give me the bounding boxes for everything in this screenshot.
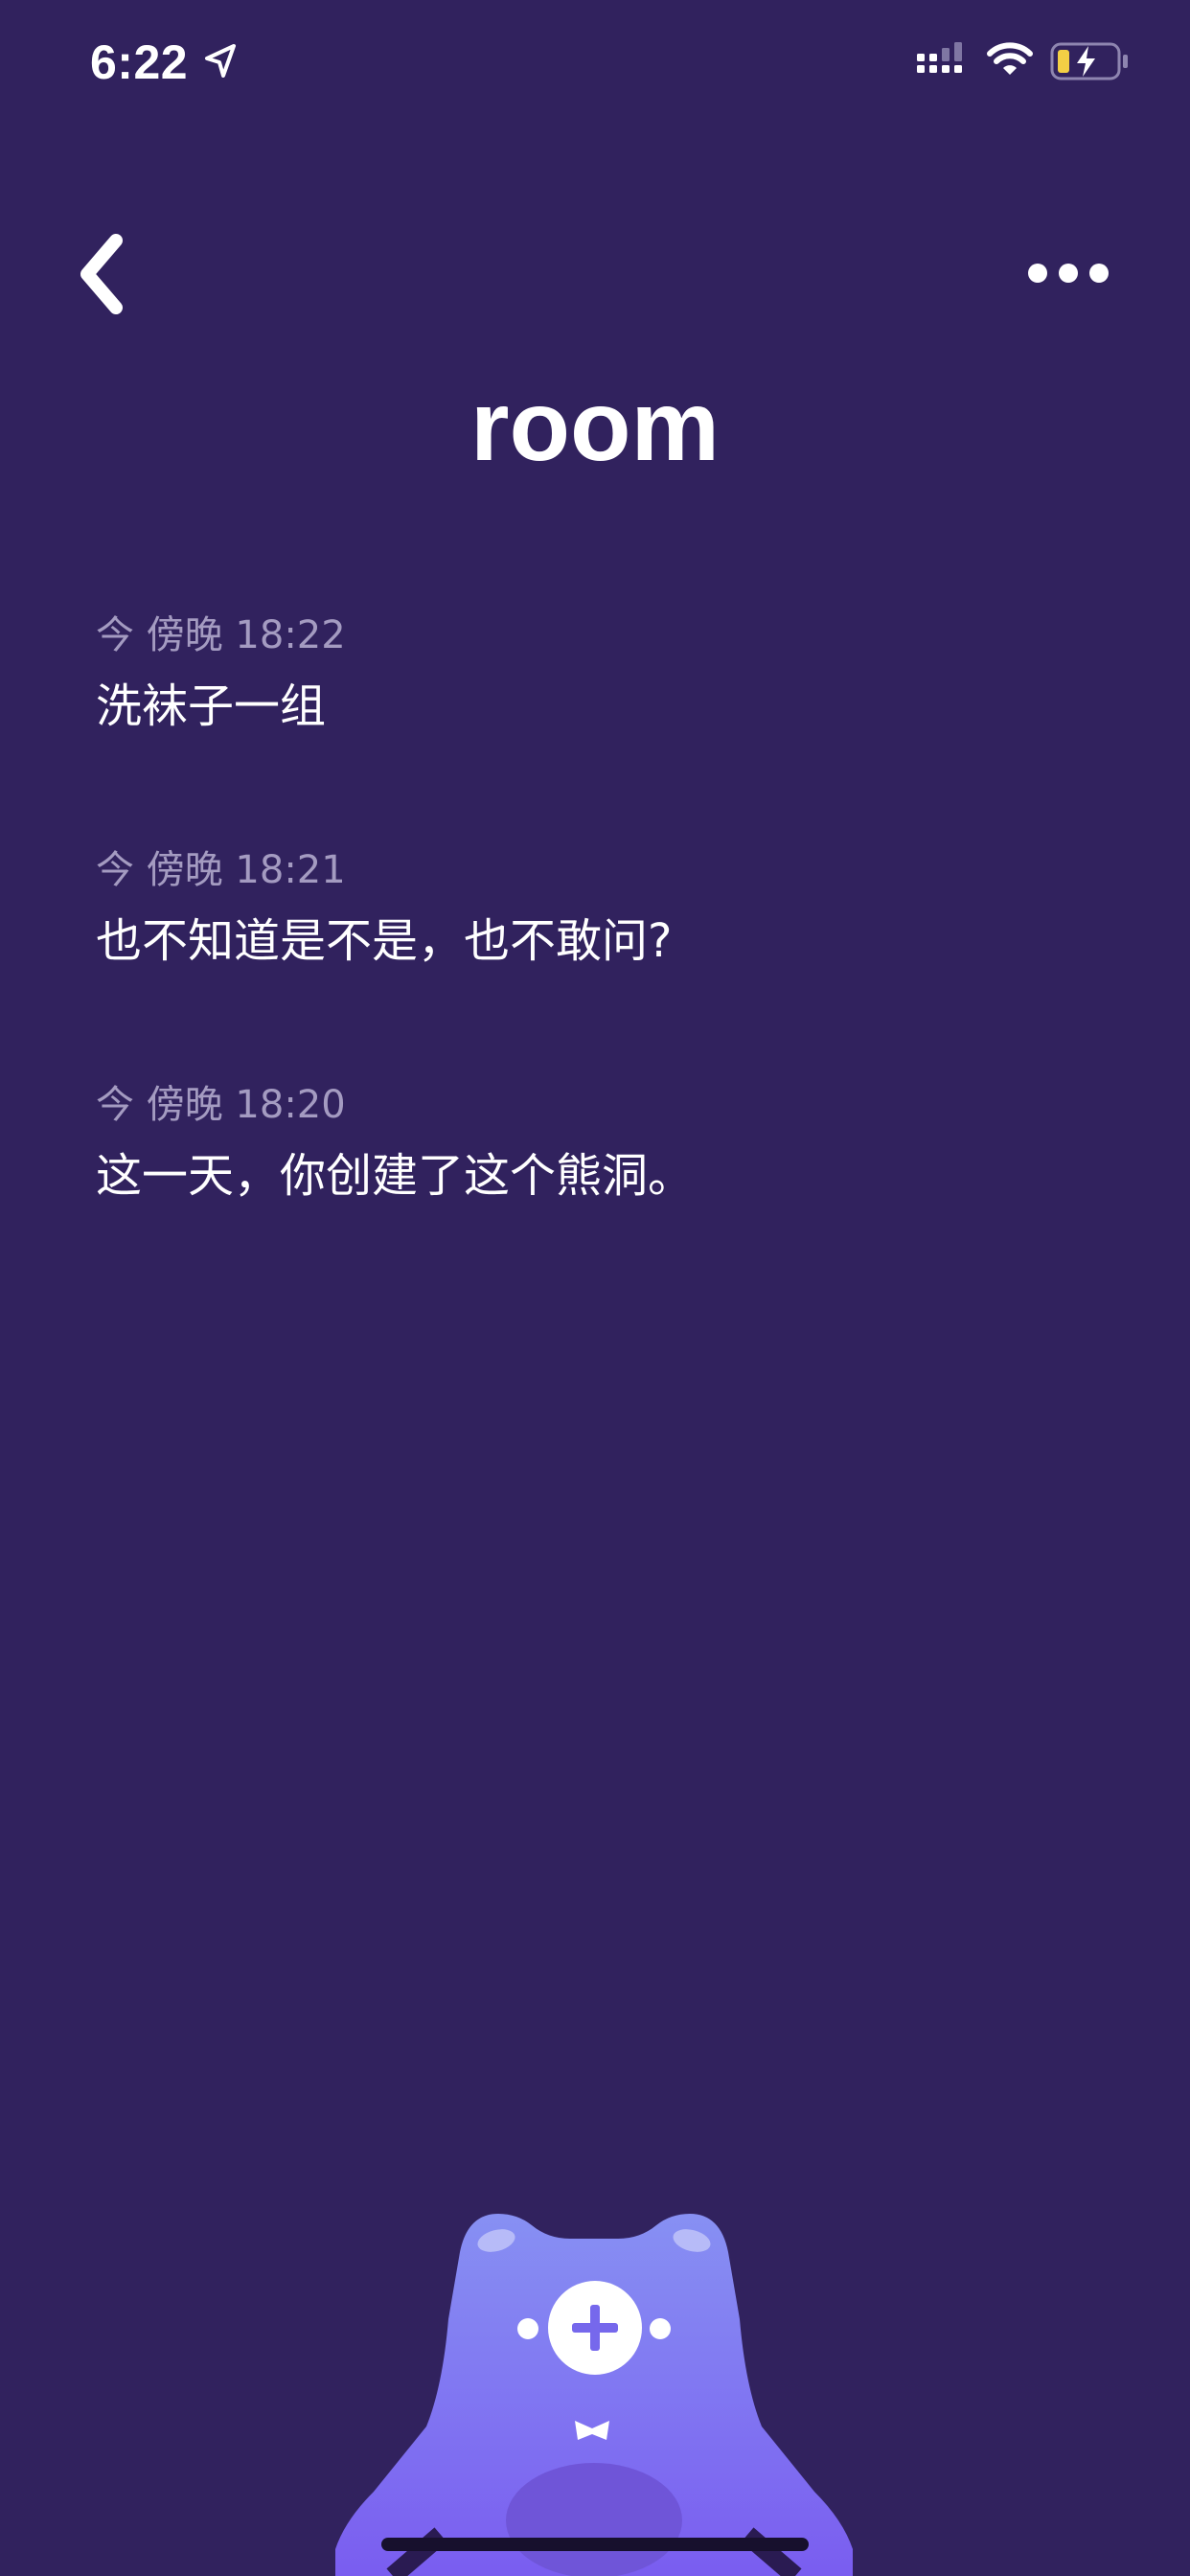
location-arrow-icon xyxy=(205,44,236,78)
entry-text: 洗袜子一组 xyxy=(96,679,327,733)
chevron-left-icon xyxy=(80,234,123,314)
plus-icon xyxy=(572,2305,618,2351)
entry-timestamp: 今 傍晚 18:21 xyxy=(96,848,346,892)
more-dots-icon xyxy=(1059,264,1078,283)
page-title: room xyxy=(470,371,720,482)
more-options-button[interactable] xyxy=(1016,240,1121,307)
wifi-icon xyxy=(987,42,1033,75)
back-button[interactable] xyxy=(67,226,134,322)
entry-text: 这一天，你创建了这个熊洞。 xyxy=(96,1149,695,1203)
screen: 6:22 room 今 傍晚 18:22 洗袜子一组 今 傍晚 18:21 也不… xyxy=(0,0,1190,2576)
entry-timestamp: 今 傍晚 18:22 xyxy=(96,613,346,657)
home-indicator[interactable] xyxy=(381,2538,809,2551)
entry-list: 今 傍晚 18:22 洗袜子一组 今 傍晚 18:21 也不知道是不是，也不敢问… xyxy=(96,606,1092,1310)
entry-item[interactable]: 今 傍晚 18:21 也不知道是不是，也不敢问? xyxy=(96,840,1092,1075)
status-time: 6:22 xyxy=(90,35,189,89)
cellular-signal-icon xyxy=(917,42,962,73)
entry-item[interactable]: 今 傍晚 18:20 这一天，你创建了这个熊洞。 xyxy=(96,1075,1092,1310)
bear-icon xyxy=(335,2214,853,2576)
more-dots-icon xyxy=(1089,264,1109,283)
battery-charging-icon xyxy=(1050,42,1128,80)
add-entry-button[interactable] xyxy=(548,2281,642,2375)
status-bar: 6:22 xyxy=(0,0,1190,126)
entry-item[interactable]: 今 傍晚 18:22 洗袜子一组 xyxy=(96,606,1092,840)
more-dots-icon xyxy=(1028,264,1047,283)
bear-add-widget[interactable] xyxy=(335,2204,853,2576)
entry-text: 也不知道是不是，也不敢问? xyxy=(96,914,673,968)
entry-timestamp: 今 傍晚 18:20 xyxy=(96,1083,346,1127)
